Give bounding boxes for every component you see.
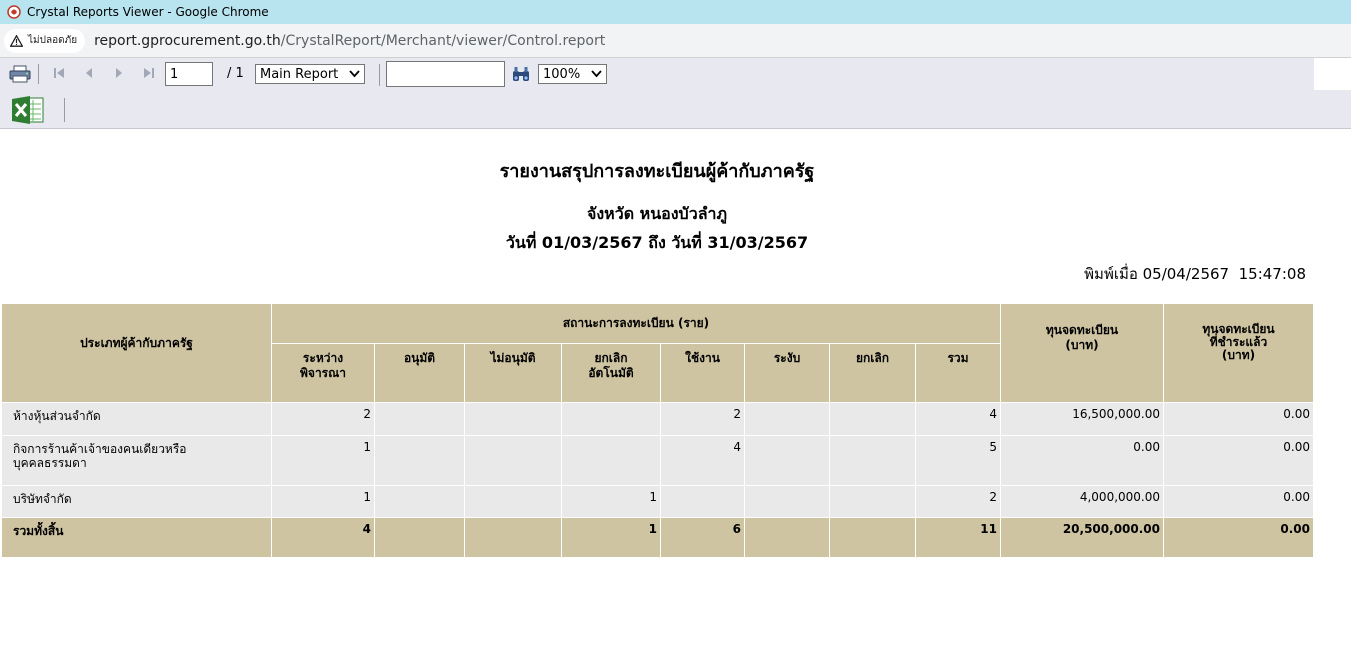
cell-count: 1 [271, 485, 375, 518]
header-status-col: ใช้งาน [660, 343, 745, 403]
cell-capital: 0.00 [1000, 435, 1164, 486]
header-status-group: สถานะการลงทะเบียน (ราย) [271, 303, 1001, 344]
cell-count: 1 [561, 485, 661, 518]
toolbar-separator [379, 64, 380, 86]
cell-capital: 16,500,000.00 [1000, 402, 1164, 436]
chevron-down-icon [349, 70, 360, 78]
header-capital: ทุนจดทะเบียน (บาท) [1000, 303, 1164, 403]
report-title: รายงานสรุปการลงทะเบียนผู้ค้ากับภาครัฐ [499, 161, 815, 182]
cell-count [561, 402, 661, 436]
cell-count: 1 [271, 435, 375, 486]
printed-timestamp: พิมพ์เมื่อ 05/04/2567 15:47:08 [1084, 265, 1306, 283]
cell-paid-capital: 0.00 [1163, 435, 1314, 486]
first-page-icon[interactable] [52, 66, 66, 80]
cell-capital: 20,500,000.00 [1000, 517, 1164, 558]
toolbar-separator [64, 98, 65, 122]
page-number-input[interactable] [165, 62, 213, 86]
binoculars-icon[interactable] [511, 65, 531, 83]
cell-count [829, 517, 916, 558]
chevron-down-icon [591, 70, 602, 78]
cell-count [660, 485, 745, 518]
url-path: /CrystalReport/Merchant/viewer/Control.r… [280, 32, 606, 49]
header-status-col: อนุมัติ [374, 343, 465, 403]
url-text[interactable]: report.gprocurement.go.th/CrystalReport/… [94, 33, 605, 49]
report-select[interactable]: Main Report [255, 64, 365, 84]
cell-count: 4 [915, 402, 1001, 436]
crystal-reports-app-icon [7, 5, 21, 19]
zoom-select[interactable]: 100% [538, 64, 607, 84]
prev-page-icon[interactable] [82, 66, 96, 80]
cell-count [374, 485, 465, 518]
cell-count: 4 [660, 435, 745, 486]
table-body: ห้างหุ้นส่วนจำกัด 2 2 4 16,500,000.00 0.00 กิจ… [1, 402, 1314, 558]
cell-count [744, 517, 830, 558]
cell-paid-capital: 0.00 [1163, 485, 1314, 518]
table-row: กิจการร้านค้าเจ้าของคนเดียวหรือ บุคคลธรร… [1, 435, 1314, 486]
cell-paid-capital: 0.00 [1163, 517, 1314, 558]
printer-icon[interactable] [8, 64, 32, 84]
header-category: ประเภทผู้ค้ากับภาครัฐ [1, 303, 272, 403]
cell-capital: 4,000,000.00 [1000, 485, 1164, 518]
header-status-col: ยกเลิก อัตโนมัติ [561, 343, 661, 403]
table-row: บริษัทจำกัด 1 1 2 4,000,000.00 0.00 [1, 485, 1314, 518]
zoom-select-value: 100% [543, 66, 581, 82]
search-input[interactable] [386, 61, 505, 87]
report-province: จังหวัด หนองบัวลำภู [586, 204, 728, 223]
cell-count: 2 [915, 485, 1001, 518]
window-title-bar: Crystal Reports Viewer - Google Chrome [0, 0, 1351, 24]
window-title: Crystal Reports Viewer - Google Chrome [27, 5, 269, 19]
cell-count: 1 [561, 517, 661, 558]
cell-count [561, 435, 661, 486]
excel-export-icon[interactable] [10, 95, 46, 125]
cell-count [829, 435, 916, 486]
cell-count [744, 435, 830, 486]
cell-count [464, 402, 562, 436]
security-chip[interactable]: ไม่ปลอดภัย [4, 28, 86, 53]
header-status-col: รวม [915, 343, 1001, 403]
cell-category: กิจการร้านค้าเจ้าของคนเดียวหรือ บุคคลธรร… [1, 435, 272, 486]
address-bar[interactable]: ไม่ปลอดภัย report.gprocurement.go.th/Cry… [0, 24, 1351, 58]
header-status-col: ไม่อนุมัติ [464, 343, 562, 403]
header-paid-capital: ทุนจดทะเบียน ที่ชำระแล้ว (บาท) [1163, 303, 1314, 403]
report-select-value: Main Report [260, 66, 339, 82]
cell-count [744, 402, 830, 436]
header-status-col: ยกเลิก [829, 343, 916, 403]
cell-count: 2 [660, 402, 745, 436]
cell-count: 6 [660, 517, 745, 558]
cell-count: 2 [271, 402, 375, 436]
next-page-icon[interactable] [112, 66, 126, 80]
last-page-icon[interactable] [142, 66, 156, 80]
cell-category: รวมทั้งสิ้น [1, 517, 272, 558]
cell-count: 5 [915, 435, 1001, 486]
cell-count [829, 485, 916, 518]
header-status-col: ระหว่าง พิจารณา [271, 343, 375, 403]
total-pages: / 1 [227, 66, 244, 81]
cell-category: บริษัทจำกัด [1, 485, 272, 518]
warning-icon [10, 34, 23, 47]
report-date-range: วันที่ 01/03/2567 ถึง วันที่ 31/03/2567 [505, 233, 809, 252]
cell-count: 4 [271, 517, 375, 558]
total-row: รวมทั้งสิ้น 4 1 6 11 20,500,000.00 0.00 [1, 517, 1314, 558]
security-label: ไม่ปลอดภัย [28, 35, 78, 46]
cell-count [374, 517, 465, 558]
cell-paid-capital: 0.00 [1163, 402, 1314, 436]
table-row: ห้างหุ้นส่วนจำกัด 2 2 4 16,500,000.00 0.00 [1, 402, 1314, 436]
cell-count [829, 402, 916, 436]
cell-count [464, 435, 562, 486]
cell-category: ห้างหุ้นส่วนจำกัด [1, 402, 272, 436]
summary-table: ประเภทผู้ค้ากับภาครัฐ สถานะการลงทะเบียน … [1, 303, 1314, 558]
cell-count [374, 435, 465, 486]
toolbar-separator [38, 64, 39, 84]
url-host: report.gprocurement.go.th [94, 32, 281, 49]
header-status-col: ระงับ [744, 343, 830, 403]
export-toolbar [0, 90, 1351, 129]
cell-count [374, 402, 465, 436]
cell-count [744, 485, 830, 518]
cell-count [464, 485, 562, 518]
cell-count: 11 [915, 517, 1001, 558]
cell-count [464, 517, 562, 558]
